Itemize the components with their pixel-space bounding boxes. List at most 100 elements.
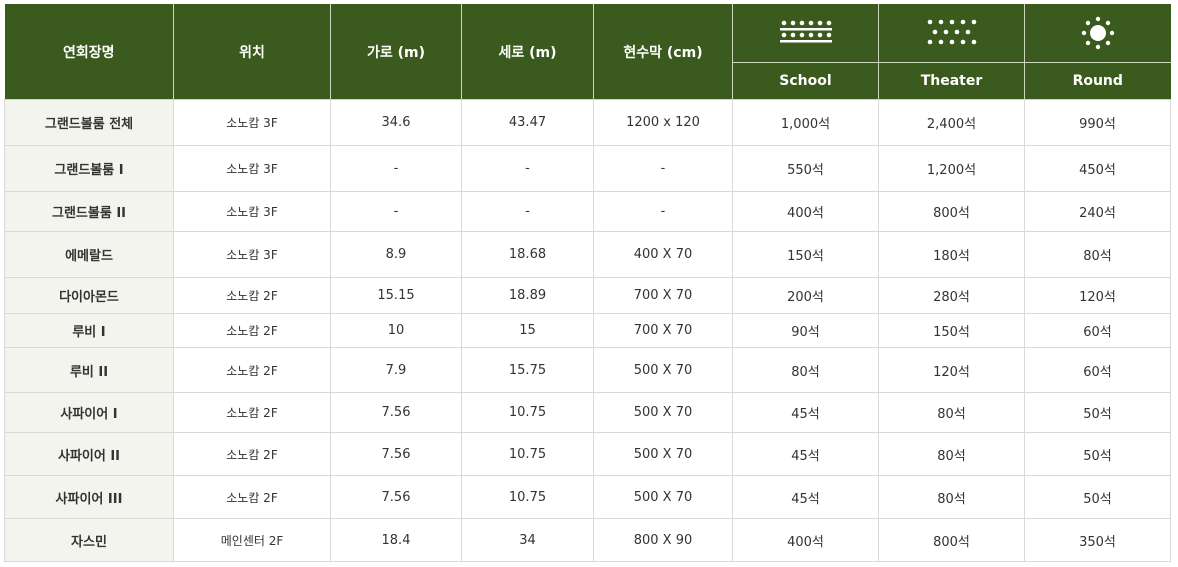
cell-banner-size: 700 X 70 <box>593 277 733 314</box>
cell-location: 메인센터 2F <box>173 518 331 562</box>
cell-theater-capacity: 150석 <box>878 313 1025 348</box>
table-row: 루비 II 소노캄 2F 7.9 15.75 500 X 70 80석 120석 60석 <box>4 347 1171 393</box>
cell-width: 7.9 <box>330 347 462 393</box>
cell-round-capacity: 60석 <box>1024 313 1171 348</box>
table-row: 자스민 메인센터 2F 18.4 34 800 X 90 400석 800석 350석 <box>4 518 1171 562</box>
venue-capacity-table: 연회장명 위치 가로 (m) 세로 (m) 현수막 (cm) School Th… <box>4 4 1171 562</box>
header-school-icon-cell <box>732 4 879 63</box>
table-row: 사파이어 II 소노캄 2F 7.56 10.75 500 X 70 45석 80석 50석 <box>4 432 1171 476</box>
cell-room-name: 루비 I <box>4 313 174 348</box>
table-row: 에메랄드 소노캄 3F 8.9 18.68 400 X 70 150석 180석 80석 <box>4 231 1171 278</box>
cell-length: 10.75 <box>461 432 594 476</box>
cell-banner-size: 500 X 70 <box>593 432 733 476</box>
cell-round-capacity: 50석 <box>1024 475 1171 519</box>
cell-length: 15 <box>461 313 594 348</box>
venue-table-container: 연회장명 위치 가로 (m) 세로 (m) 현수막 (cm) School Th… <box>4 4 1171 562</box>
cell-location: 소노캄 3F <box>173 145 331 192</box>
header-length: 세로 (m) <box>461 4 594 100</box>
cell-length: 10.75 <box>461 475 594 519</box>
cell-room-name: 다이아몬드 <box>4 277 174 314</box>
cell-round-capacity: 240석 <box>1024 191 1171 232</box>
cell-theater-capacity: 80석 <box>878 475 1025 519</box>
header-school: School <box>732 62 879 100</box>
cell-school-capacity: 45석 <box>732 475 879 519</box>
cell-round-capacity: 450석 <box>1024 145 1171 192</box>
cell-length: 43.47 <box>461 99 594 146</box>
cell-theater-capacity: 180석 <box>878 231 1025 278</box>
cell-theater-capacity: 120석 <box>878 347 1025 393</box>
header-round: Round <box>1024 62 1171 100</box>
cell-length: - <box>461 145 594 192</box>
theater-seating-icon <box>927 19 976 45</box>
cell-width: 10 <box>330 313 462 348</box>
cell-banner-size: - <box>593 191 733 232</box>
table-row: 그랜드볼룸 II 소노캄 3F - - -400석 800석 240석 <box>4 191 1171 232</box>
cell-round-capacity: 60석 <box>1024 347 1171 393</box>
cell-theater-capacity: 2,400석 <box>878 99 1025 146</box>
cell-length: 18.89 <box>461 277 594 314</box>
header-name: 연회장명 <box>4 4 174 100</box>
cell-room-name: 그랜드볼룸 I <box>4 145 174 192</box>
cell-school-capacity: 80석 <box>732 347 879 393</box>
table-row: 사파이어 III 소노캄 2F 7.56 10.75 500 X 70 45석 80석 50석 <box>4 475 1171 519</box>
cell-round-capacity: 990석 <box>1024 99 1171 146</box>
cell-width: 7.56 <box>330 475 462 519</box>
cell-width: 7.56 <box>330 392 462 433</box>
cell-school-capacity: 200석 <box>732 277 879 314</box>
cell-width: 18.4 <box>330 518 462 562</box>
cell-room-name: 그랜드볼룸 II <box>4 191 174 232</box>
cell-school-capacity: 150석 <box>732 231 879 278</box>
cell-location: 소노캄 2F <box>173 475 331 519</box>
cell-round-capacity: 80석 <box>1024 231 1171 278</box>
cell-room-name: 루비 II <box>4 347 174 393</box>
table-header: 연회장명 위치 가로 (m) 세로 (m) 현수막 (cm) School Th… <box>4 4 1171 100</box>
header-round-icon-cell <box>1024 4 1171 63</box>
cell-location: 소노캄 2F <box>173 432 331 476</box>
cell-location: 소노캄 3F <box>173 191 331 232</box>
cell-length: - <box>461 191 594 232</box>
table-row: 루비 I 소노캄 2F 10 15 700 X 70 90석 150석 60석 <box>4 313 1171 348</box>
cell-school-capacity: 45석 <box>732 392 879 433</box>
cell-room-name: 에메랄드 <box>4 231 174 278</box>
cell-theater-capacity: 1,200석 <box>878 145 1025 192</box>
table-row: 다이아몬드 소노캄 2F 15.15 18.89 700 X 70 200석 280석 120… <box>4 277 1171 314</box>
cell-room-name: 그랜드볼룸 전체 <box>4 99 174 146</box>
cell-width: 8.9 <box>330 231 462 278</box>
cell-school-capacity: 45석 <box>732 432 879 476</box>
round-table-seating-icon <box>1081 16 1114 50</box>
cell-theater-capacity: 80석 <box>878 392 1025 433</box>
cell-location: 소노캄 2F <box>173 313 331 348</box>
cell-banner-size: 1200 x 120 <box>593 99 733 146</box>
cell-banner-size: 800 X 90 <box>593 518 733 562</box>
cell-location: 소노캄 2F <box>173 347 331 393</box>
cell-length: 18.68 <box>461 231 594 278</box>
cell-school-capacity: 90석 <box>732 313 879 348</box>
cell-theater-capacity: 800석 <box>878 191 1025 232</box>
cell-school-capacity: 550석 <box>732 145 879 192</box>
cell-banner-size: 400 X 70 <box>593 231 733 278</box>
cell-length: 10.75 <box>461 392 594 433</box>
cell-width: 15.15 <box>330 277 462 314</box>
header-location: 위치 <box>173 4 331 100</box>
cell-school-capacity: 1,000석 <box>732 99 879 146</box>
cell-banner-size: 700 X 70 <box>593 313 733 348</box>
cell-theater-capacity: 80석 <box>878 432 1025 476</box>
cell-room-name: 사파이어 I <box>4 392 174 433</box>
cell-width: - <box>330 145 462 192</box>
cell-round-capacity: 50석 <box>1024 392 1171 433</box>
cell-length: 34 <box>461 518 594 562</box>
cell-length: 15.75 <box>461 347 594 393</box>
cell-width: - <box>330 191 462 232</box>
cell-location: 소노캄 2F <box>173 277 331 314</box>
cell-theater-capacity: 280석 <box>878 277 1025 314</box>
cell-width: 34.6 <box>330 99 462 146</box>
cell-theater-capacity: 800석 <box>878 518 1025 562</box>
cell-round-capacity: 50석 <box>1024 432 1171 476</box>
table-row: 그랜드볼룸 전체 소노캄 3F 34.6 43.47 1200 x 120 1,000석 2… <box>4 99 1171 146</box>
cell-banner-size: 500 X 70 <box>593 475 733 519</box>
cell-location: 소노캄 3F <box>173 231 331 278</box>
cell-round-capacity: 120석 <box>1024 277 1171 314</box>
table-row: 사파이어 I 소노캄 2F 7.56 10.75 500 X 70 45석 80석 50석 <box>4 392 1171 433</box>
cell-banner-size: 500 X 70 <box>593 347 733 393</box>
header-theater: Theater <box>878 62 1025 100</box>
